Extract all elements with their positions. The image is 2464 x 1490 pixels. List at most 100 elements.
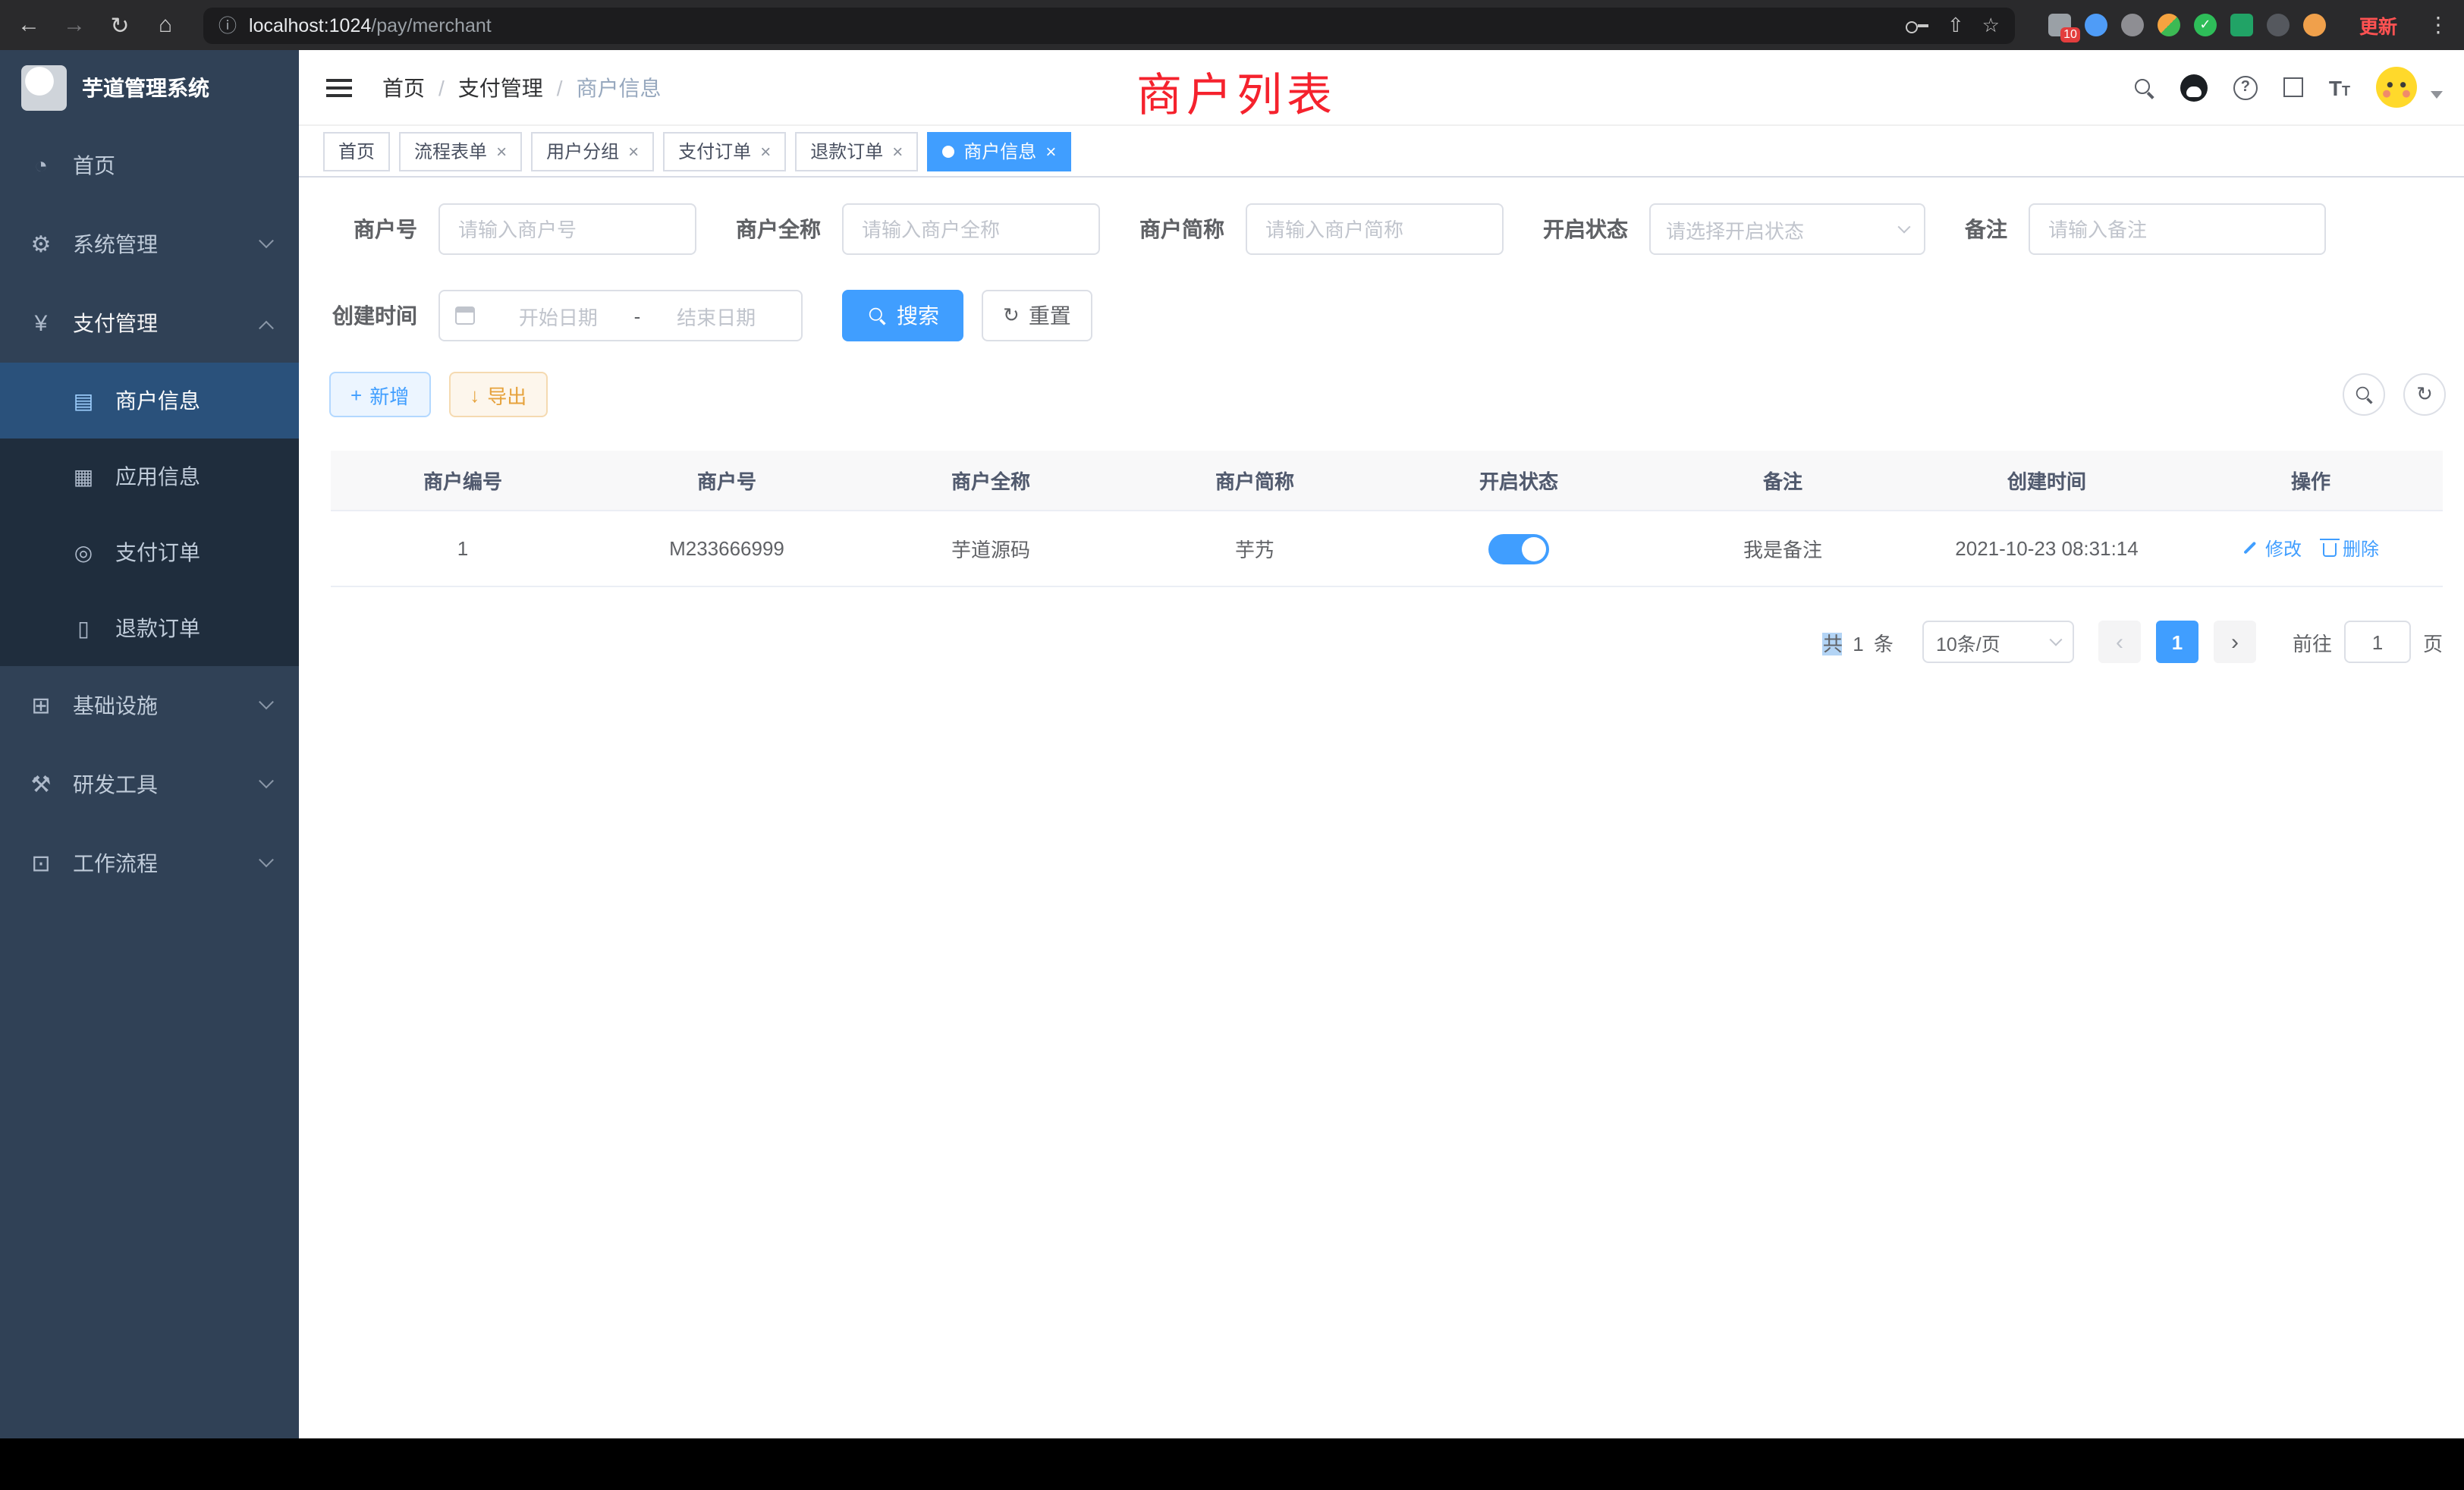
sidebar-fold-icon[interactable] [323,72,355,102]
site-info-icon[interactable]: ⓘ [218,12,237,38]
cell-full-name: 芋道源码 [859,534,1123,563]
breadcrumb-payment[interactable]: 支付管理 [458,72,543,102]
sidebar-item-infrastructure[interactable]: ⊞ 基础设施 [0,666,299,745]
password-key-icon[interactable] [1906,17,1929,33]
export-button[interactable]: ↓ 导出 [448,372,548,417]
short-name-input[interactable] [1246,203,1504,255]
trash-icon [2323,543,2337,557]
remark-input[interactable] [2029,203,2326,255]
close-icon[interactable]: × [628,142,639,160]
goto-page-input[interactable] [2344,621,2411,663]
search-icon[interactable] [2133,77,2154,98]
tab-home[interactable]: 首页 [323,131,390,171]
create-time-range-picker[interactable]: 开始日期 - 结束日期 [438,290,803,341]
browser-update-button[interactable]: 更新 [2359,11,2397,39]
sidebar-item-devtools[interactable]: ⚒ 研发工具 [0,745,299,824]
merchant-no-input[interactable] [438,203,696,255]
sidebar-item-system[interactable]: ⚙ 系统管理 [0,205,299,284]
extension-duo-icon[interactable] [2158,14,2180,36]
full-name-input[interactable] [842,203,1100,255]
page-size-select[interactable]: 10条/页 [1922,621,2074,663]
share-icon[interactable]: ⇧ [1947,13,1964,37]
bottom-black-bar [0,1438,2464,1490]
forward-icon[interactable]: → [61,12,88,38]
cell-actions: 修改 删除 [2179,536,2443,561]
font-size-icon[interactable]: TT [2329,75,2350,99]
add-button[interactable]: + 新增 [329,372,430,417]
close-icon[interactable]: × [1045,142,1056,160]
back-icon[interactable]: ← [15,12,42,38]
reset-button[interactable]: ↻ 重置 [982,290,1092,341]
sidebar-logo[interactable]: 芋道管理系统 [0,50,299,126]
fullscreen-icon[interactable] [2283,77,2303,97]
refresh-icon: ↻ [2416,382,2433,407]
home-icon[interactable]: ⌂ [152,12,179,38]
cell-short-name: 芋艿 [1123,534,1387,563]
close-icon[interactable]: × [496,142,507,160]
help-icon[interactable]: ? [2233,75,2258,99]
avatar[interactable] [2376,67,2417,108]
sidebar-item-home[interactable]: ◔ 首页 [0,126,299,205]
edit-link[interactable]: 修改 [2242,536,2302,561]
page-number-1[interactable]: 1 [2156,621,2198,663]
pagination-goto: 前往 页 [2293,621,2443,663]
sidebar-item-app-info[interactable]: ▦ 应用信息 [0,439,299,514]
tab-user-group[interactable]: 用户分组 × [531,131,654,171]
extension-orange-icon[interactable] [2303,14,2326,36]
filter-merchant-no: 商户号 [354,203,696,255]
workflow-icon: ⊡ [27,850,55,877]
browser-menu-icon[interactable]: ⋮ [2428,12,2449,38]
address-bar[interactable]: ⓘ localhost:1024 /pay/merchant ⇧ ☆ [203,7,2015,43]
extension-blue-icon[interactable] [2085,14,2107,36]
next-page-button[interactable]: › [2214,621,2256,663]
sidebar-item-label: 基础设施 [73,690,158,721]
cell-status [1387,533,1651,564]
url-host: localhost:1024 [249,14,371,36]
sidebar-subitem-label: 应用信息 [115,461,200,492]
close-icon[interactable]: × [892,142,903,160]
status-select[interactable]: 请选择开启状态 [1649,203,1925,255]
delete-link[interactable]: 删除 [2323,536,2379,561]
sidebar-item-workflow[interactable]: ⊡ 工作流程 [0,824,299,903]
extension-check-icon[interactable]: ✓ [2194,14,2217,36]
github-icon[interactable] [2180,74,2208,101]
filter-status: 开启状态 请选择开启状态 [1543,203,1925,255]
tab-merchant-info[interactable]: 商户信息 × [927,131,1071,171]
search-button[interactable]: 搜索 [842,290,963,341]
breadcrumb-home[interactable]: 首页 [382,72,425,102]
app-grid-icon: ▦ [70,464,97,489]
sidebar-item-pay-order[interactable]: ◎ 支付订单 [0,514,299,590]
col-header: 商户编号 [331,466,595,495]
refresh-icon: ↻ [1003,303,1020,328]
cell-remark: 我是备注 [1651,534,1915,563]
breadcrumb-merchant-info: 商户信息 [577,72,662,102]
close-icon[interactable]: × [760,142,771,160]
refresh-table-button[interactable]: ↻ [2403,373,2446,416]
extension-dark-icon[interactable] [2267,14,2290,36]
reload-icon[interactable]: ↻ [106,11,134,39]
col-header: 操作 [2179,466,2443,495]
tab-process-form[interactable]: 流程表单 × [399,131,522,171]
status-toggle[interactable] [1488,533,1549,564]
tab-pay-order[interactable]: 支付订单 × [663,131,786,171]
sidebar-item-refund-order[interactable]: ▯ 退款订单 [0,590,299,666]
bookmark-star-icon[interactable]: ☆ [1982,13,2000,37]
extension-gray-icon[interactable] [2121,14,2144,36]
extension-green-square-icon[interactable] [2230,14,2253,36]
chevron-down-icon [1898,221,1911,234]
prev-page-button[interactable]: ‹ [2098,621,2141,663]
sidebar-item-label: 支付管理 [73,308,158,338]
user-dropdown-caret-icon[interactable] [2431,91,2443,99]
download-icon: ↓ [470,383,479,406]
table-row: 1 M233666999 芋道源码 芋艿 我是备注 2021-10-23 08:… [331,511,2443,587]
tab-refund-order[interactable]: 退款订单 × [795,131,918,171]
col-header: 商户简称 [1123,466,1387,495]
toggle-search-button[interactable] [2343,373,2385,416]
extensions-puzzle-icon[interactable]: 10 [2048,14,2071,36]
search-icon [868,306,886,325]
sidebar-item-label: 系统管理 [73,229,158,259]
sidebar-item-payment[interactable]: ¥ 支付管理 [0,284,299,363]
devtools-icon: ⚒ [27,771,55,798]
sidebar-item-merchant-info[interactable]: ▤ 商户信息 [0,363,299,439]
chevron-down-icon [259,232,274,247]
